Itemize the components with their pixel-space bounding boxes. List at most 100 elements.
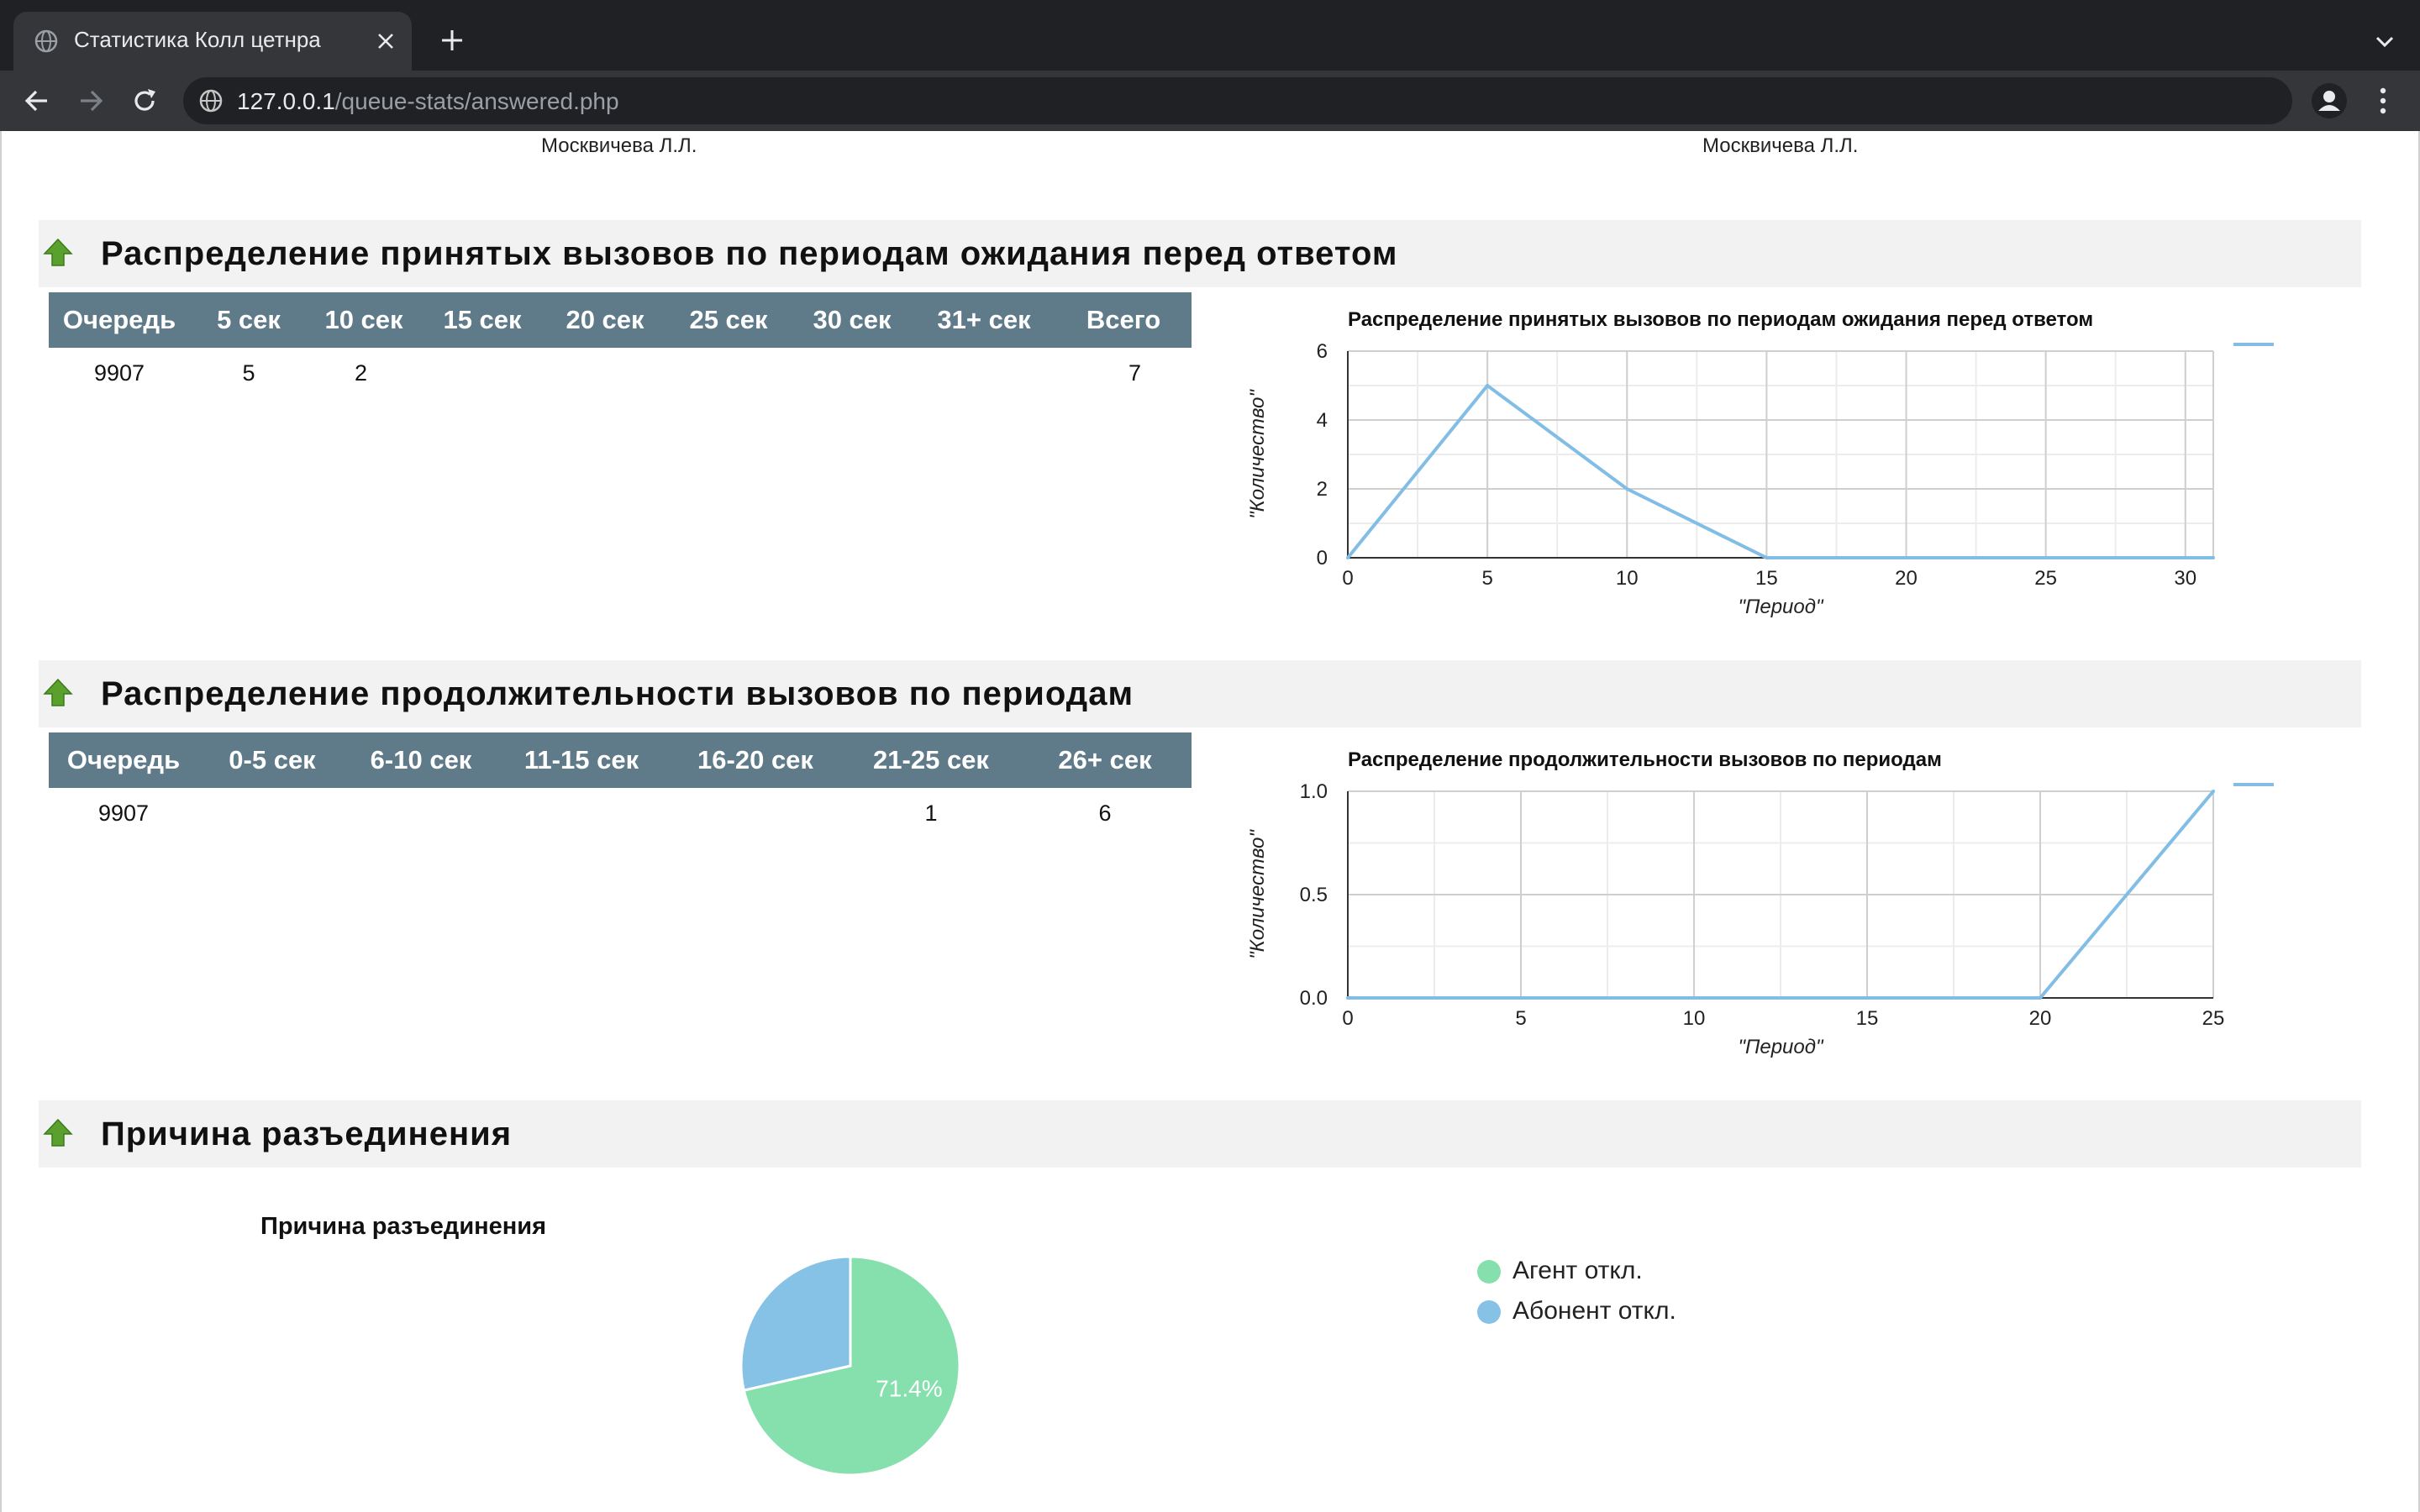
table-cell: 9907 [97, 800, 150, 826]
x-tick-label: 30 [2174, 567, 2196, 590]
data-point [1486, 384, 1490, 387]
data-point [1865, 996, 1869, 1000]
table-cell: 7 [1128, 360, 1141, 386]
legend-label: Агент откл. [1512, 1257, 1643, 1284]
x-tick-label: 25 [2034, 567, 2057, 590]
duration-period-line-chart: Распределение продолжительности вызовов … [1246, 748, 2274, 1058]
column-header: Очередь [49, 292, 190, 348]
profile-avatar-icon[interactable] [2311, 82, 2348, 119]
y-tick-label: 0 [1317, 547, 1328, 570]
column-header: 10 сек [308, 292, 420, 348]
table-cell [792, 348, 913, 398]
data-point [1346, 556, 1349, 559]
y-tick-label: 4 [1317, 409, 1328, 432]
x-tick-label: 0 [1342, 1007, 1353, 1030]
table-cell [346, 788, 496, 838]
column-header: 31+ сек [913, 292, 1055, 348]
wait-period-line-chart: Распределение принятых вызовов по период… [1246, 308, 2274, 618]
column-header: 16-20 сек [667, 732, 844, 788]
data-point [1765, 556, 1769, 559]
tab-title: Статистика Колл цетнра [74, 27, 321, 52]
table-cell [913, 348, 1055, 398]
browser-toolbar: 127.0.0.1/queue-stats/answered.php [0, 71, 2420, 131]
site-info-icon[interactable] [198, 88, 224, 113]
x-axis-title: "Период" [1738, 596, 1824, 618]
table-row: 9907 5 2 7 [49, 348, 1192, 398]
table-cell [667, 788, 844, 838]
close-icon[interactable] [375, 30, 397, 52]
y-tick-label: 1.0 [1300, 780, 1328, 803]
up-arrow-icon[interactable] [42, 237, 74, 269]
column-header: 20 сек [544, 292, 666, 348]
table-cell [666, 348, 792, 398]
x-tick-label: 15 [1755, 567, 1778, 590]
data-point [1625, 487, 1629, 491]
up-arrow-icon[interactable] [42, 677, 74, 709]
duration-stats-table: Очередь 0-5 сек 6-10 сек 11-15 сек 16-20… [49, 732, 1192, 838]
x-axis-title: "Период" [1738, 1036, 1824, 1058]
agent-name: Москвичева Л.Л. [541, 134, 697, 157]
data-point [2039, 996, 2042, 1000]
globe-icon [34, 29, 58, 53]
table-cell [496, 788, 667, 838]
y-tick-label: 6 [1317, 340, 1328, 363]
pie-slice [739, 1255, 852, 1392]
column-header: 6-10 сек [346, 732, 496, 788]
url-text: 127.0.0.1/queue-stats/answered.php [237, 88, 619, 115]
agent-name: Москвичева Л.Л. [1702, 134, 1859, 157]
disconnect-reason-pie-chart: 71.4% [739, 1255, 961, 1477]
table-cell: 5 [242, 360, 255, 386]
column-header: Очередь [49, 732, 198, 788]
legend-label: Абонент откл. [1512, 1297, 1676, 1325]
column-header: 25 сек [666, 292, 792, 348]
browser-tab[interactable]: Статистика Колл цетнра [13, 12, 412, 71]
x-tick-label: 25 [2202, 1007, 2225, 1030]
table-cell: 9907 [93, 360, 145, 386]
column-header: 11-15 сек [496, 732, 667, 788]
reload-icon[interactable] [129, 86, 160, 116]
browser-tab-strip: Статистика Колл цетнра [0, 0, 2420, 71]
section-title: Распределение продолжительности вызовов … [101, 675, 1134, 712]
back-arrow-icon[interactable] [22, 86, 52, 116]
y-tick-label: 0.5 [1300, 884, 1328, 906]
section-title: Причина разъединения [101, 1116, 513, 1152]
url-host: 127.0.0.1 [237, 88, 335, 114]
data-point [1904, 556, 1908, 559]
x-tick-label: 10 [1616, 567, 1639, 590]
data-point [2212, 790, 2215, 793]
table-cell: 2 [355, 360, 368, 386]
column-header: 26+ сек [1018, 732, 1192, 788]
data-point [2183, 556, 2187, 559]
legend-swatch [1477, 1300, 1501, 1324]
column-header: 15 сек [420, 292, 544, 348]
x-tick-label: 10 [1683, 1007, 1706, 1030]
up-arrow-icon[interactable] [42, 1117, 74, 1149]
x-tick-label: 20 [2029, 1007, 2052, 1030]
data-point [1519, 996, 1523, 1000]
y-tick-label: 2 [1317, 478, 1328, 501]
table-cell: 6 [1098, 800, 1112, 826]
x-tick-label: 20 [1895, 567, 1918, 590]
table-cell [420, 348, 544, 398]
forward-arrow-icon[interactable] [76, 86, 106, 116]
address-bar[interactable]: 127.0.0.1/queue-stats/answered.php [183, 77, 2292, 124]
x-tick-label: 5 [1481, 567, 1492, 590]
legend-swatch [1477, 1260, 1501, 1284]
data-point [2212, 556, 2215, 559]
series-line [1346, 384, 2213, 559]
section-header-wait: Распределение принятых вызовов по период… [39, 220, 2361, 287]
data-point [1692, 996, 1696, 1000]
url-path: /queue-stats/answered.php [334, 88, 619, 114]
y-tick-label: 0.0 [1300, 987, 1328, 1010]
y-axis-title: "Количество" [1246, 389, 1269, 519]
data-point [2044, 556, 2048, 559]
new-tab-plus-icon[interactable] [439, 27, 466, 54]
pie-chart-title: Причина разъединения [260, 1213, 547, 1240]
more-menu-icon[interactable] [2371, 86, 2395, 116]
x-tick-label: 0 [1342, 567, 1353, 590]
table-header-row: Очередь 5 сек 10 сек 15 сек 20 сек 25 се… [49, 292, 1192, 348]
y-axis-title: "Количество" [1246, 829, 1269, 959]
section-title: Распределение принятых вызовов по период… [101, 235, 1398, 272]
chevron-down-icon[interactable] [2373, 30, 2396, 54]
column-header: 30 сек [792, 292, 913, 348]
